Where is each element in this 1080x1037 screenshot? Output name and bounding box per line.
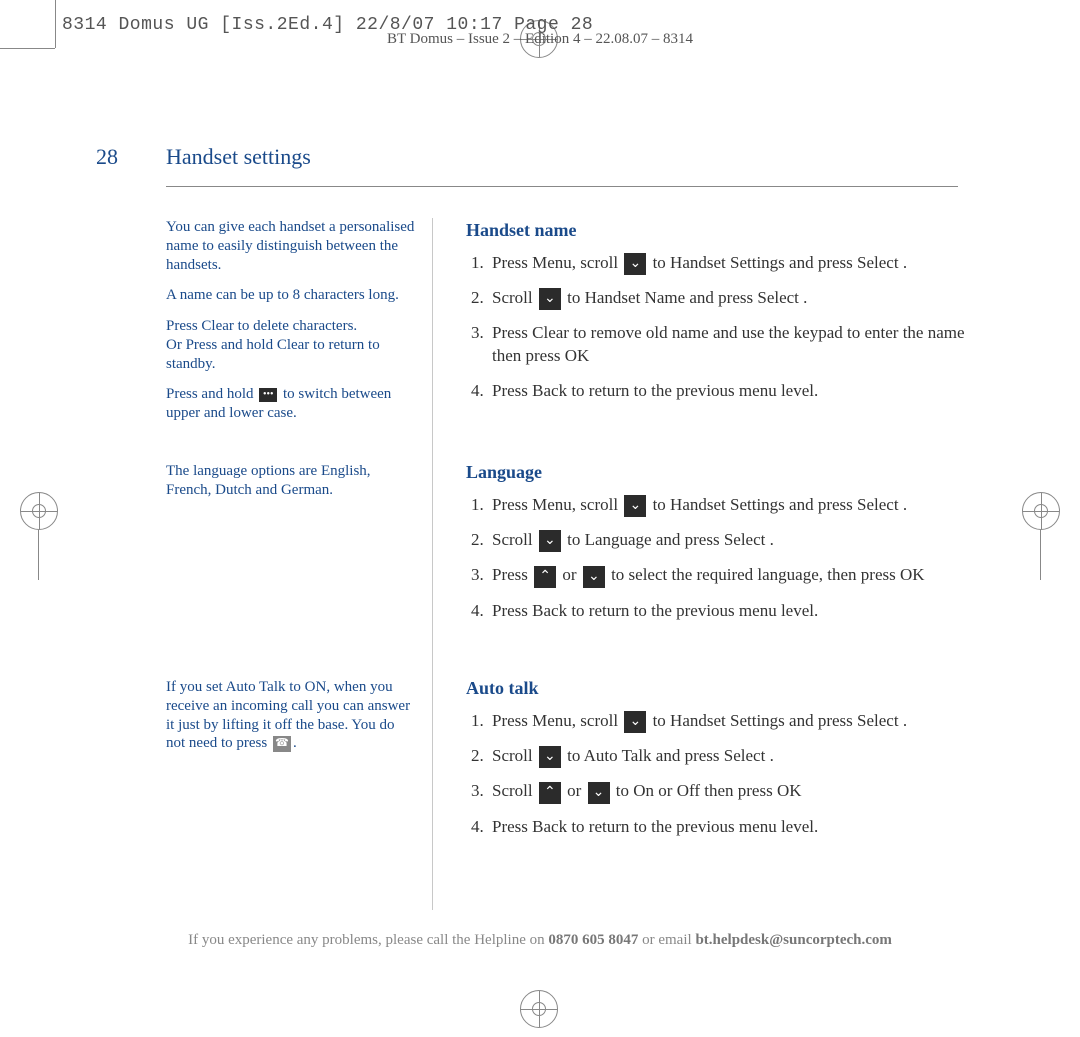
step-text: or	[563, 781, 586, 800]
section-heading: Handset name	[466, 218, 966, 242]
column-divider	[432, 218, 433, 910]
sidebar-text: If you set Auto Talk to ON, when you rec…	[166, 678, 416, 753]
sidebar-text: Press Clear to delete characters.	[166, 318, 357, 334]
sidebar-text: .	[293, 735, 297, 751]
sidebar-text: Press and hold	[166, 386, 257, 402]
step-text: to Handset Settings and press Select .	[648, 253, 907, 272]
step-text: Scroll	[492, 781, 537, 800]
step-text: or	[558, 565, 581, 584]
section-language: Language Press Menu, scroll ⌄ to Handset…	[466, 460, 966, 635]
section-heading: Auto talk	[466, 676, 966, 700]
section-auto-talk: Auto talk Press Menu, scroll ⌄ to Handse…	[466, 676, 966, 851]
step-text: to Handset Settings and press Select .	[648, 495, 907, 514]
sidebar-block-auto-talk: If you set Auto Talk to ON, when you rec…	[166, 678, 416, 765]
phone-key-icon: ☎	[273, 736, 291, 752]
step: Scroll ⌃ or ⌄ to On or Off then press OK	[488, 780, 966, 803]
chevron-down-icon: ⌄	[539, 530, 561, 552]
sidebar-text: Or Press and hold Clear to return to sta…	[166, 337, 380, 372]
helpline-phone: 0870 605 8047	[548, 932, 638, 948]
step-text: to Auto Talk and press Select .	[563, 746, 774, 765]
section-heading: Language	[466, 460, 966, 484]
chevron-down-icon: ⌄	[583, 566, 605, 588]
step: Scroll ⌄ to Handset Name and press Selec…	[488, 287, 966, 310]
step: Press Menu, scroll ⌄ to Handset Settings…	[488, 710, 966, 733]
sidebar-text: The language options are English, French…	[166, 462, 416, 500]
edition-line: BT Domus – Issue 2 – Edition 4 – 22.08.0…	[0, 31, 1080, 48]
step-text: Press Menu, scroll	[492, 495, 622, 514]
step: Scroll ⌄ to Auto Talk and press Select .	[488, 745, 966, 768]
step: Scroll ⌄ to Language and press Select .	[488, 529, 966, 552]
step-text: to Handset Name and press Select .	[563, 288, 808, 307]
crop-target-icon	[520, 990, 558, 1028]
helpline-email: bt.helpdesk@suncorptech.com	[695, 932, 891, 948]
crop-line	[38, 530, 39, 580]
step: Press ⌃ or ⌄ to select the required lang…	[488, 564, 966, 587]
helpline-text: If you experience any problems, please c…	[188, 932, 548, 948]
chevron-down-icon: ⌄	[588, 782, 610, 804]
helpline-footer: If you experience any problems, please c…	[0, 932, 1080, 949]
chevron-down-icon: ⌄	[624, 495, 646, 517]
step: Press Menu, scroll ⌄ to Handset Settings…	[488, 252, 966, 275]
step-text: to Handset Settings and press Select .	[648, 711, 907, 730]
step-text: to select the required language, then pr…	[607, 565, 925, 584]
sidebar-block-language: The language options are English, French…	[166, 462, 416, 512]
step: Press Back to return to the previous men…	[488, 600, 966, 623]
helpline-text: or email	[638, 932, 695, 948]
step: Press Back to return to the previous men…	[488, 816, 966, 839]
page-title: Handset settings	[166, 144, 311, 170]
crop-line	[0, 2, 112, 3]
crop-target-icon	[20, 492, 58, 530]
step-text: Press Menu, scroll	[492, 253, 622, 272]
step-text: to On or Off then press OK	[612, 781, 802, 800]
chevron-up-icon: ⌃	[534, 566, 556, 588]
page-number: 28	[96, 144, 118, 170]
step-text: Press Menu, scroll	[492, 711, 622, 730]
sidebar-block-handset-name: You can give each handset a personalised…	[166, 218, 416, 435]
step-text: Scroll	[492, 288, 537, 307]
crop-target-icon	[1022, 492, 1060, 530]
step-text: Scroll	[492, 530, 537, 549]
crop-line	[0, 48, 55, 49]
chevron-down-icon: ⌄	[624, 711, 646, 733]
title-rule	[166, 186, 958, 187]
step-text: Press	[492, 565, 532, 584]
sidebar-text: You can give each handset a personalised…	[166, 218, 416, 274]
chevron-down-icon: ⌄	[539, 288, 561, 310]
sidebar-text: A name can be up to 8 characters long.	[166, 286, 416, 305]
section-handset-name: Handset name Press Menu, scroll ⌄ to Han…	[466, 218, 966, 415]
sidebar-text: Press Clear to delete characters. Or Pre…	[166, 317, 416, 373]
step: Press Clear to remove old name and use t…	[488, 322, 966, 368]
case-key-icon: •••	[259, 388, 277, 402]
step-text: to Language and press Select .	[563, 530, 774, 549]
crop-line	[1040, 530, 1041, 580]
step: Press Menu, scroll ⌄ to Handset Settings…	[488, 494, 966, 517]
chevron-down-icon: ⌄	[539, 746, 561, 768]
step-text: Scroll	[492, 746, 537, 765]
chevron-up-icon: ⌃	[539, 782, 561, 804]
step: Press Back to return to the previous men…	[488, 380, 966, 403]
chevron-down-icon: ⌄	[624, 253, 646, 275]
sidebar-text: Press and hold ••• to switch between upp…	[166, 385, 416, 423]
